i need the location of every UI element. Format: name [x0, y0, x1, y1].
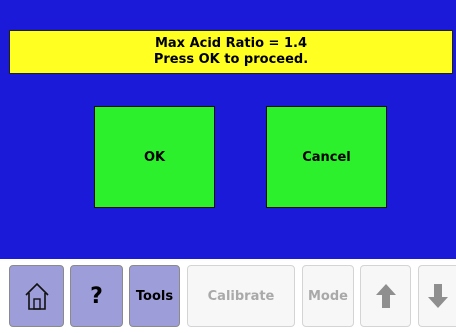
cancel-button[interactable]: Cancel — [266, 106, 387, 208]
home-icon — [24, 281, 50, 311]
bottom-toolbar: ? Tools Calibrate Mode — [0, 259, 456, 333]
home-button[interactable] — [9, 265, 64, 327]
tools-button[interactable]: Tools — [129, 265, 180, 327]
tools-button-label: Tools — [135, 288, 174, 304]
message-line-2: Press OK to proceed. — [153, 52, 309, 67]
ok-button[interactable]: OK — [94, 106, 215, 208]
calibrate-button-label: Calibrate — [207, 288, 275, 304]
cancel-button-label: Cancel — [302, 149, 351, 165]
ok-button-label: OK — [143, 149, 166, 165]
mode-button[interactable]: Mode — [302, 265, 354, 327]
help-button[interactable]: ? — [70, 265, 123, 327]
mode-button-label: Mode — [308, 288, 348, 304]
scroll-up-button[interactable] — [360, 265, 411, 327]
message-line-1: Max Acid Ratio = 1.4 — [154, 36, 308, 51]
arrow-up-icon — [375, 282, 397, 310]
dialog-screen: Max Acid Ratio = 1.4 Press OK to proceed… — [0, 0, 456, 259]
arrow-down-icon — [427, 282, 449, 310]
help-button-label: ? — [90, 283, 103, 309]
calibrate-button[interactable]: Calibrate — [187, 265, 295, 327]
message-box: Max Acid Ratio = 1.4 Press OK to proceed… — [9, 30, 453, 74]
scroll-down-button[interactable] — [418, 265, 456, 327]
